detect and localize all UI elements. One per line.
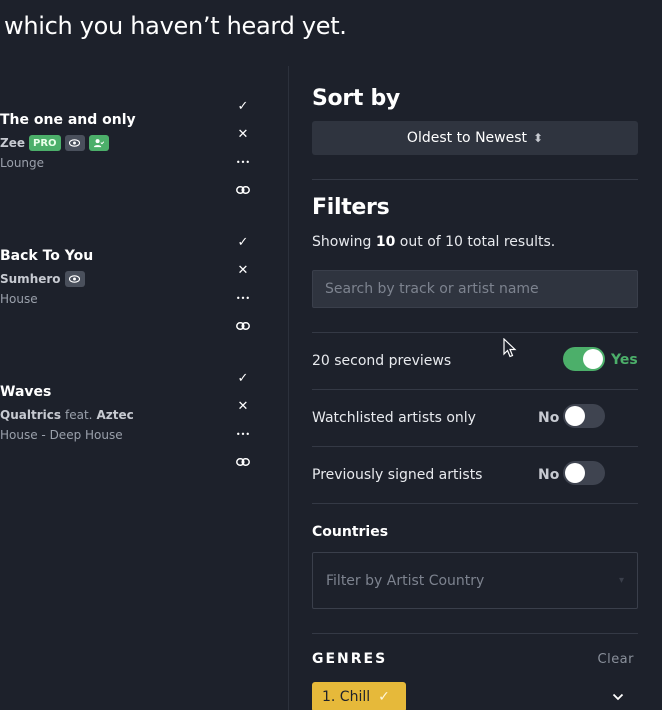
sort-selected-label: Oldest to Newest xyxy=(406,130,528,146)
column-divider xyxy=(288,66,289,710)
section-divider xyxy=(312,503,638,504)
track-artist[interactable]: Zee xyxy=(0,136,25,150)
signed-toggle-state: No xyxy=(538,467,560,483)
track-feat-artist[interactable]: Aztec xyxy=(96,408,133,422)
track-title[interactable]: Back To You xyxy=(0,248,93,264)
reject-icon[interactable]: ✕ xyxy=(234,261,252,279)
accept-icon[interactable]: ✓ xyxy=(234,97,252,115)
check-icon: ✓ xyxy=(378,689,390,705)
results-summary: Showing 10 out of 10 total results. xyxy=(312,234,556,250)
section-divider xyxy=(312,633,638,634)
pro-badge: PRO xyxy=(28,135,61,151)
genre-chip[interactable]: 1. Chill ✓ xyxy=(312,682,406,710)
chevron-down-icon[interactable] xyxy=(612,690,624,704)
sort-arrows-icon: ⬍ xyxy=(533,131,544,145)
track-artist-row: Qualtrics feat. Aztec xyxy=(0,406,134,424)
watchlisted-toggle[interactable] xyxy=(563,404,605,428)
eye-icon xyxy=(64,135,85,151)
previews-toggle-state: Yes xyxy=(611,352,638,368)
mouse-cursor-icon xyxy=(503,337,517,358)
track-artist[interactable]: Sumhero xyxy=(0,272,61,286)
track-artist-row: Sumhero xyxy=(0,270,85,288)
link-icon[interactable] xyxy=(234,453,252,471)
link-icon[interactable] xyxy=(234,181,252,199)
track-title[interactable]: The one and only xyxy=(0,112,136,128)
track-genre: House - Deep House xyxy=(0,428,123,442)
filters-heading: Filters xyxy=(312,195,390,220)
link-icon[interactable] xyxy=(234,317,252,335)
signed-option-label: Previously signed artists xyxy=(312,467,483,483)
page-headline: which you haven’t heard yet. xyxy=(4,12,347,40)
eye-icon xyxy=(64,271,85,287)
section-divider xyxy=(312,179,638,180)
genres-label: GENRES xyxy=(312,651,388,667)
track-title[interactable]: Waves xyxy=(0,384,51,400)
results-count: 10 xyxy=(375,234,396,250)
track-artist-row: Zee PRO xyxy=(0,134,109,152)
reject-icon[interactable]: ✕ xyxy=(234,125,252,143)
sort-heading: Sort by xyxy=(312,86,400,111)
sort-select[interactable]: Oldest to Newest ⬍ xyxy=(312,121,638,155)
watchlisted-option-label: Watchlisted artists only xyxy=(312,410,476,426)
section-divider xyxy=(312,446,638,447)
countries-label: Countries xyxy=(312,524,389,540)
genres-clear-button[interactable]: Clear xyxy=(598,652,635,667)
more-icon[interactable]: ••• xyxy=(234,289,252,307)
chevron-down-icon: ▾ xyxy=(618,575,624,586)
section-divider xyxy=(312,332,638,333)
accept-icon[interactable]: ✓ xyxy=(234,369,252,387)
signed-toggle[interactable] xyxy=(563,461,605,485)
track-artist[interactable]: Qualtrics xyxy=(0,408,61,422)
track-genre: Lounge xyxy=(0,156,45,170)
track-genre: House xyxy=(0,292,38,306)
more-icon[interactable]: ••• xyxy=(234,153,252,171)
watchlisted-toggle-state: No xyxy=(538,410,560,426)
country-filter-placeholder: Filter by Artist Country xyxy=(326,572,485,589)
search-input[interactable] xyxy=(312,270,638,308)
previews-option-label: 20 second previews xyxy=(312,353,452,369)
section-divider xyxy=(312,389,638,390)
track-feat-label: feat. xyxy=(64,408,93,422)
accept-icon[interactable]: ✓ xyxy=(234,233,252,251)
genre-chip-label: 1. Chill xyxy=(322,689,371,705)
previews-toggle[interactable] xyxy=(563,347,605,371)
country-filter-select[interactable]: Filter by Artist Country ▾ xyxy=(312,552,638,609)
more-icon[interactable]: ••• xyxy=(234,425,252,443)
reject-icon[interactable]: ✕ xyxy=(234,397,252,415)
user-check-icon xyxy=(88,135,109,151)
